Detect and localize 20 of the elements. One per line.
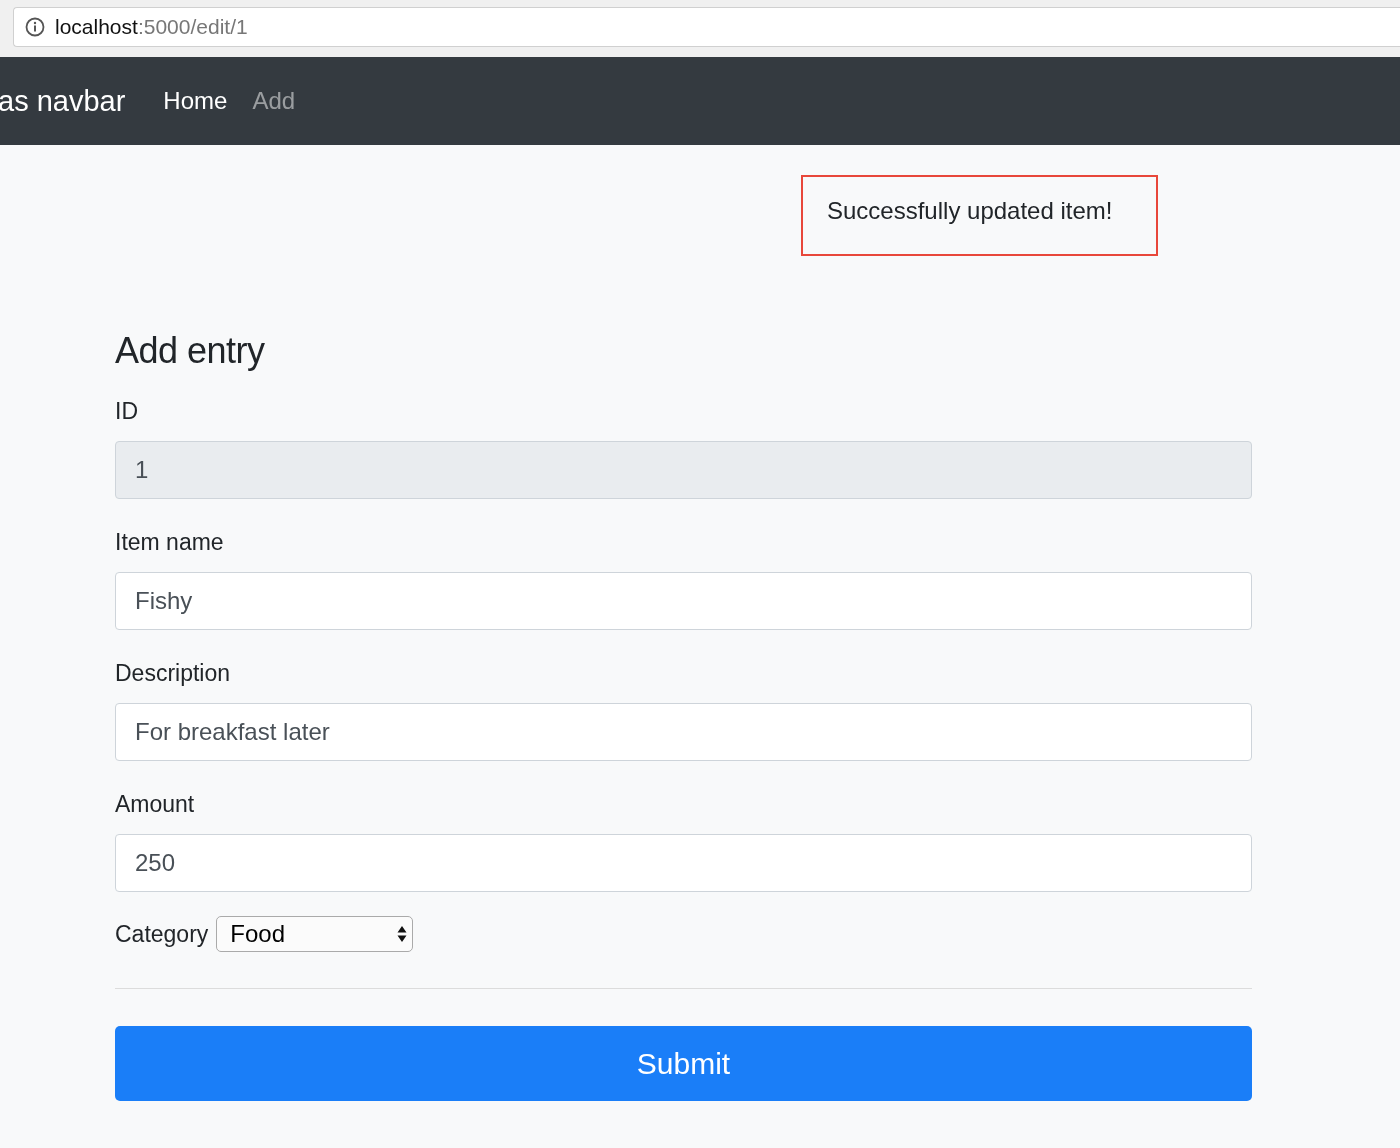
field-label: Amount	[115, 791, 196, 819]
nav-link[interactable]: Home	[163, 87, 228, 115]
url-host: localhost	[55, 15, 138, 39]
field-label: Category	[115, 920, 209, 948]
field-label: Description	[115, 660, 232, 688]
url-path: :5000/edit/1	[137, 15, 248, 39]
form-title: Add entry	[115, 330, 266, 372]
category-select[interactable]: Food	[216, 916, 414, 952]
success-message: Successfully updated item!	[801, 175, 1158, 256]
field-label: ID	[115, 398, 139, 426]
submit-button[interactable]: Submit	[115, 1026, 1252, 1101]
navbar-brand[interactable]: as navbar	[0, 84, 126, 118]
address-bar[interactable]: localhost:5000/edit/1	[13, 7, 1400, 47]
info-icon[interactable]	[25, 17, 45, 37]
field-label: Item name	[115, 529, 225, 557]
nav-link[interactable]: Add	[252, 87, 296, 115]
input-field[interactable]: For breakfast later	[115, 703, 1252, 761]
input-field[interactable]: 250	[115, 834, 1252, 892]
input-field[interactable]: Fishy	[115, 572, 1252, 630]
up-down-arrows-icon	[397, 925, 408, 943]
